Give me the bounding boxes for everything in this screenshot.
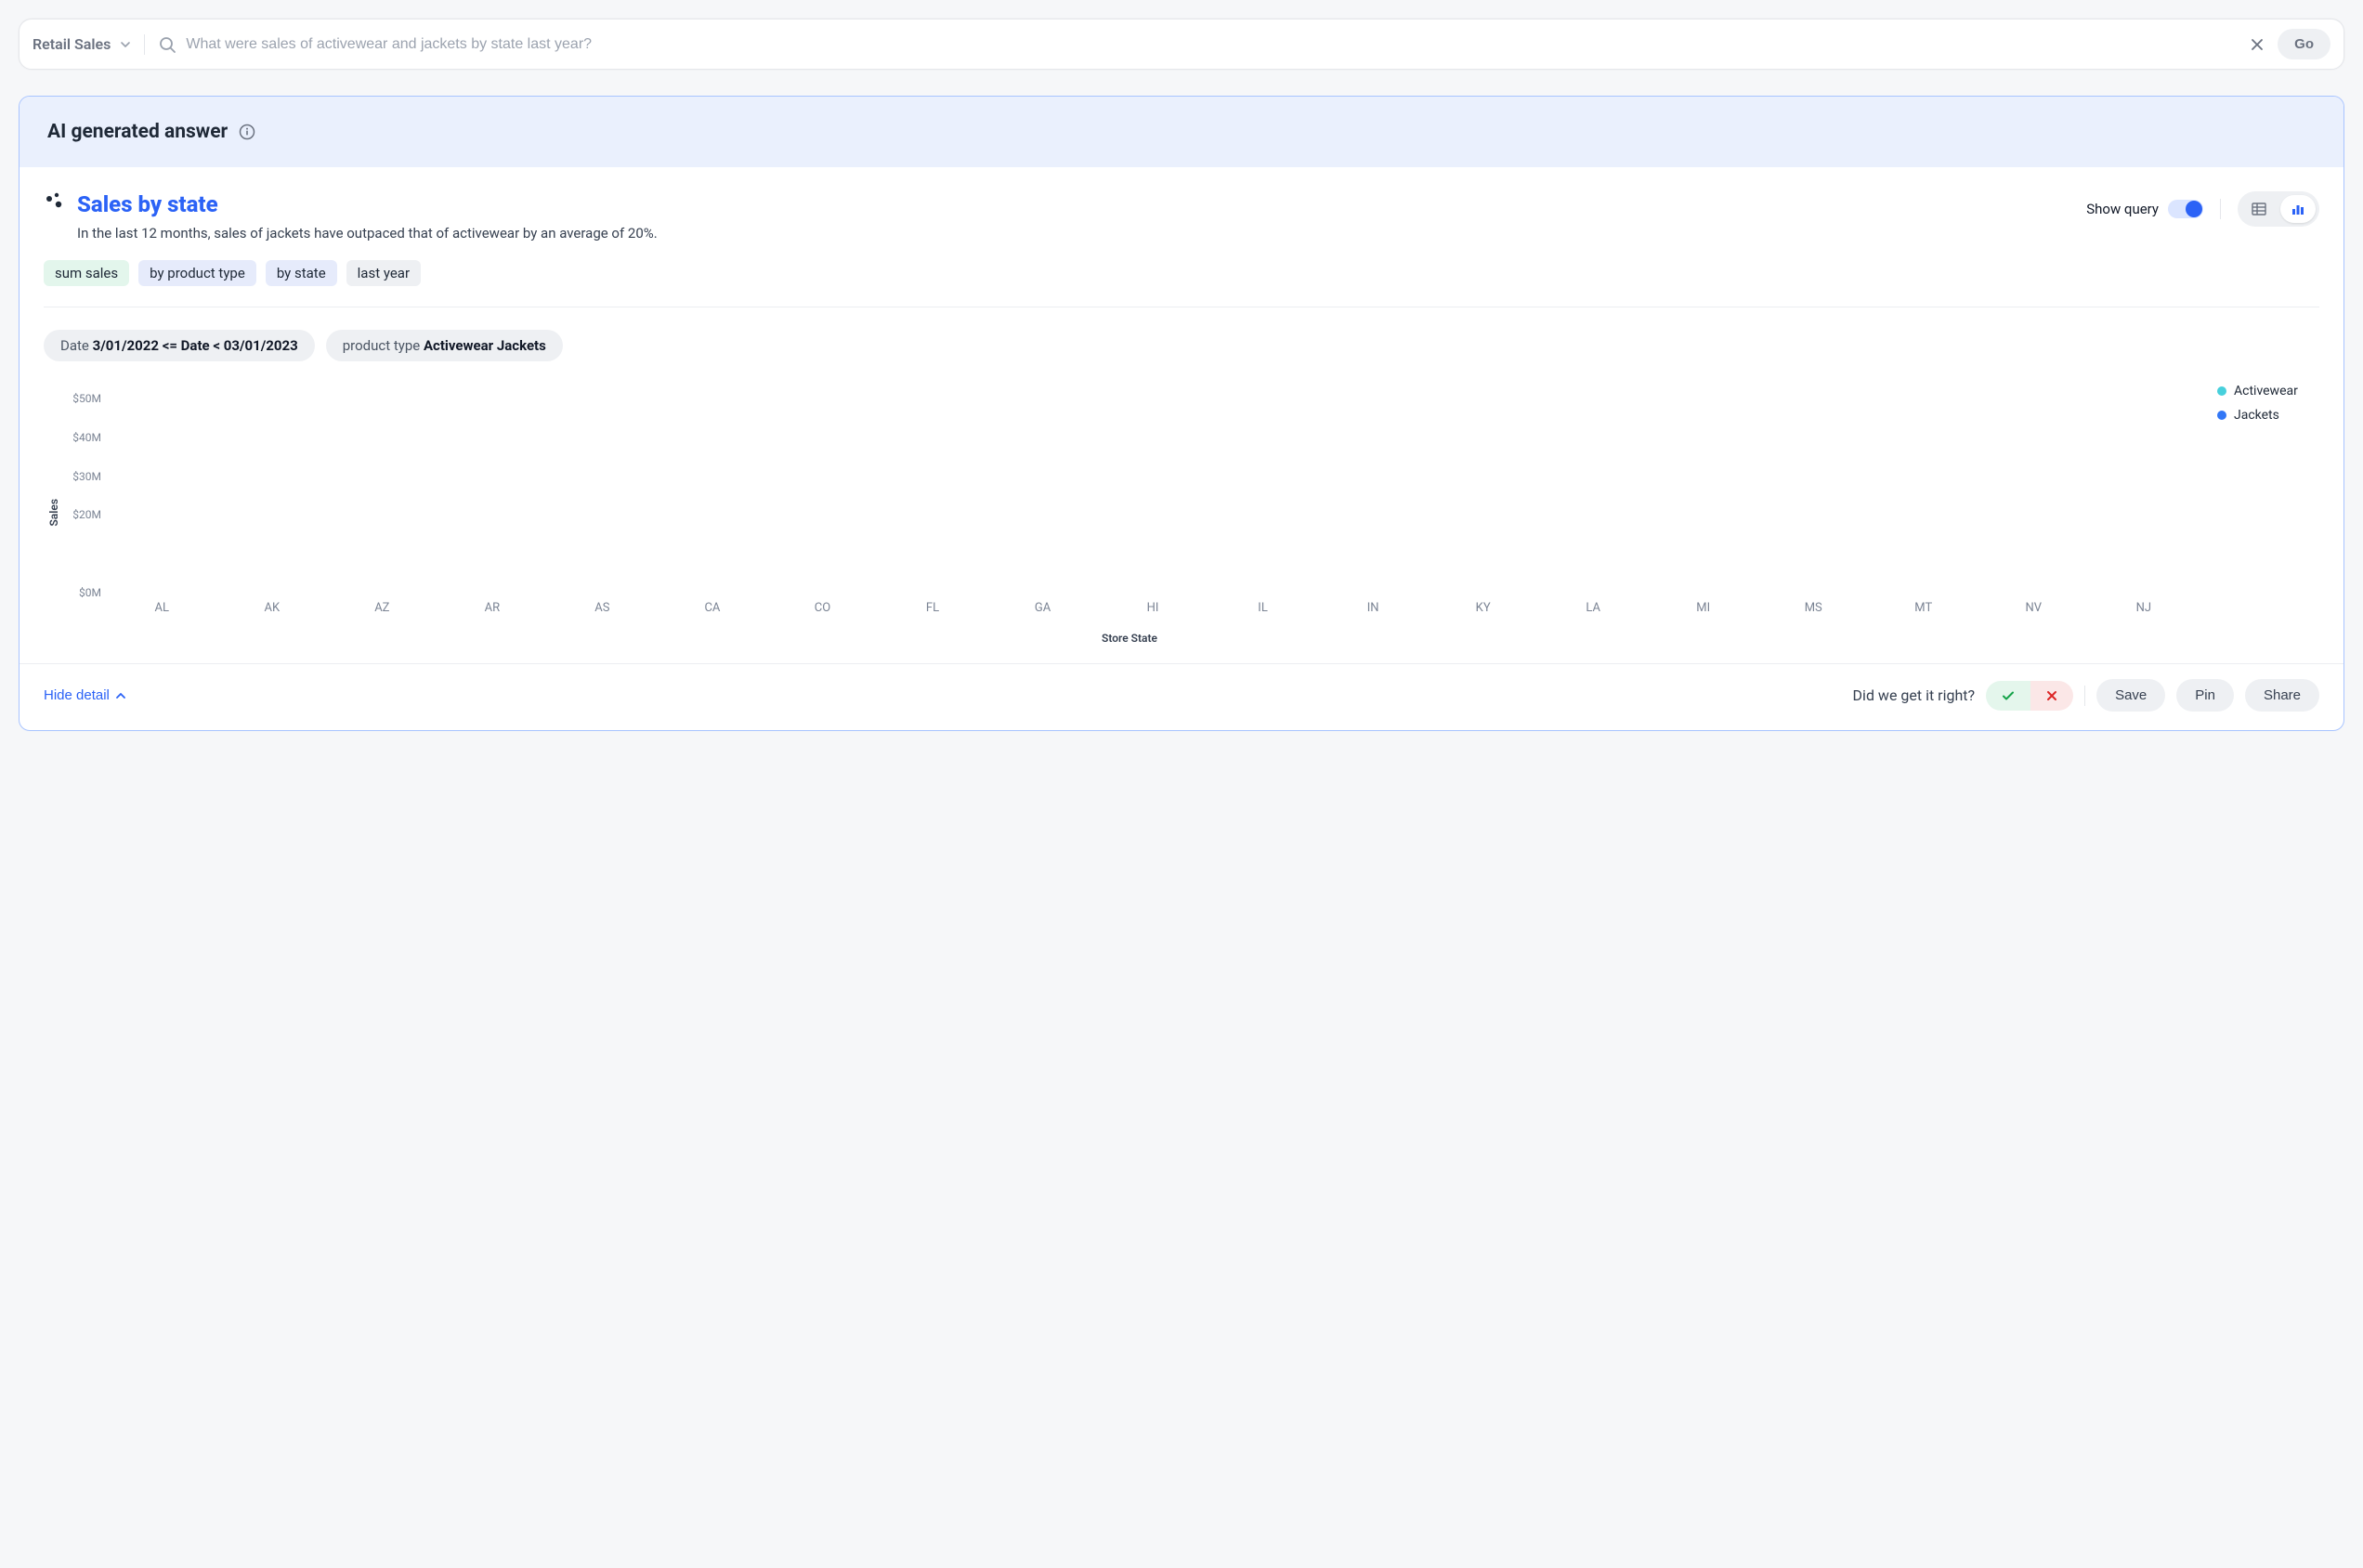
- chevron-up-icon: [115, 690, 126, 701]
- feedback-buttons: [1986, 681, 2073, 711]
- plot-grid: $0M $20M $30M $40M $50M: [60, 380, 2199, 594]
- x-tick-label: GA: [987, 601, 1098, 615]
- x-tick-label: HI: [1098, 601, 1208, 615]
- scope-select[interactable]: Retail Sales: [33, 35, 131, 53]
- x-tick-label: MS: [1758, 601, 1869, 615]
- show-query-toggle[interactable]: [2168, 200, 2203, 218]
- x-tick-label: LA: [1538, 601, 1649, 615]
- view-toggle: [2238, 191, 2319, 227]
- filter-pill[interactable]: Date 3/01/2022 <= Date < 03/01/2023: [44, 330, 315, 361]
- x-tick-label: AK: [217, 601, 328, 615]
- query-chips: sum sales by product type by state last yea…: [44, 260, 2319, 286]
- go-button[interactable]: Go: [2278, 29, 2330, 59]
- y-axis-label: Sales: [44, 499, 60, 527]
- legend-dot: [2217, 411, 2226, 420]
- share-button[interactable]: Share: [2245, 679, 2319, 712]
- x-tick-label: FL: [878, 601, 988, 615]
- answer-card: AI generated answer Sales by state In th…: [19, 96, 2344, 731]
- y-tick-label: $40M: [60, 431, 101, 444]
- answer-footer: Hide detail Did we get it right?: [20, 663, 2343, 730]
- scatter-icon: [44, 191, 64, 212]
- gridline: $20M: [107, 515, 2199, 516]
- x-tick-label: MI: [1648, 601, 1758, 615]
- hide-detail-button[interactable]: Hide detail: [44, 687, 126, 703]
- x-tick-label: MT: [1869, 601, 1979, 615]
- y-tick-label: $0M: [60, 586, 101, 599]
- divider: [2084, 686, 2085, 706]
- plot-wrap: Sales $0M $20M $30M $40M $50M ALAKAZARASCACO…: [44, 380, 2199, 645]
- x-tick-label: NJ: [2089, 601, 2200, 615]
- x-tick-label: AL: [107, 601, 217, 615]
- legend-item-jackets: Jackets: [2217, 408, 2319, 423]
- query-chip[interactable]: by state: [266, 260, 337, 286]
- close-icon: [2250, 37, 2265, 52]
- hide-detail-label: Hide detail: [44, 687, 110, 703]
- answer-header: AI generated answer: [20, 97, 2343, 167]
- table-view-button[interactable]: [2241, 195, 2277, 223]
- feedback-label: Did we get it right?: [1853, 686, 1976, 704]
- legend-dot: [2217, 386, 2226, 396]
- bar-chart-icon: [2290, 201, 2306, 217]
- query-chip[interactable]: by product type: [138, 260, 256, 286]
- x-tick-label: AZ: [327, 601, 437, 615]
- feedback-no-button[interactable]: [2030, 681, 2073, 711]
- save-button[interactable]: Save: [2096, 679, 2165, 712]
- x-tick-label: CO: [767, 601, 878, 615]
- legend-label: Jackets: [2234, 408, 2279, 423]
- x-tick-label: CA: [658, 601, 768, 615]
- info-icon[interactable]: [239, 124, 255, 140]
- y-tick-label: $50M: [60, 392, 101, 405]
- check-icon: [2001, 688, 2016, 703]
- x-axis: ALAKAZARASCACOFLGAHIILINKYLAMIMSMTNVNJ: [107, 601, 2199, 615]
- plot: $0M $20M $30M $40M $50M ALAKAZARASCACOFLGAHI…: [60, 380, 2199, 645]
- show-query-control: Show query: [2086, 200, 2203, 218]
- legend-item-activewear: Activewear: [2217, 384, 2319, 399]
- chart-summary: In the last 12 months, sales of jackets …: [77, 225, 2073, 242]
- filter-pill[interactable]: product type Activewear Jackets: [326, 330, 563, 361]
- x-tick-label: IN: [1318, 601, 1429, 615]
- divider: [144, 34, 145, 55]
- query-chip[interactable]: last year: [346, 260, 421, 286]
- chevron-down-icon: [120, 39, 131, 50]
- feedback-yes-button[interactable]: [1986, 681, 2030, 711]
- close-icon: [2045, 689, 2058, 702]
- x-axis-label: Store State: [60, 632, 2199, 645]
- scope-label: Retail Sales: [33, 35, 111, 53]
- query-chip[interactable]: sum sales: [44, 260, 129, 286]
- chart-title: Sales by state: [77, 191, 2073, 217]
- legend: Activewear Jackets: [2217, 380, 2319, 423]
- x-tick-label: KY: [1428, 601, 1538, 615]
- search-input[interactable]: [186, 36, 2237, 53]
- legend-label: Activewear: [2234, 384, 2298, 399]
- divider: [2220, 199, 2221, 219]
- right-controls: Show query: [2086, 191, 2319, 227]
- x-tick-label: AS: [547, 601, 658, 615]
- pin-button[interactable]: Pin: [2176, 679, 2234, 712]
- chart-view-button[interactable]: [2280, 195, 2316, 223]
- answer-body: Sales by state In the last 12 months, sa…: [20, 167, 2343, 663]
- filter-pills: Date 3/01/2022 <= Date < 03/01/2023 produ…: [44, 330, 2319, 361]
- x-tick-label: NV: [1978, 601, 2089, 615]
- search-input-wrap: [158, 35, 2237, 54]
- search-icon: [158, 35, 176, 54]
- y-tick-label: $30M: [60, 470, 101, 483]
- bars-container: [107, 380, 2199, 594]
- title-row: Sales by state In the last 12 months, sa…: [44, 191, 2319, 242]
- search-bar: Retail Sales Go: [19, 19, 2344, 70]
- x-tick-label: IL: [1208, 601, 1318, 615]
- show-query-label: Show query: [2086, 201, 2159, 217]
- x-tick-label: AR: [437, 601, 548, 615]
- table-icon: [2251, 201, 2267, 217]
- clear-search-button[interactable]: [2250, 37, 2265, 52]
- chart-area: Sales $0M $20M $30M $40M $50M ALAKAZARASCACO…: [44, 380, 2319, 645]
- gridline: $0M: [107, 593, 2199, 594]
- y-tick-label: $20M: [60, 508, 101, 521]
- answer-header-title: AI generated answer: [47, 121, 228, 143]
- feedback: Did we get it right? Save Pin Share: [1853, 679, 2319, 712]
